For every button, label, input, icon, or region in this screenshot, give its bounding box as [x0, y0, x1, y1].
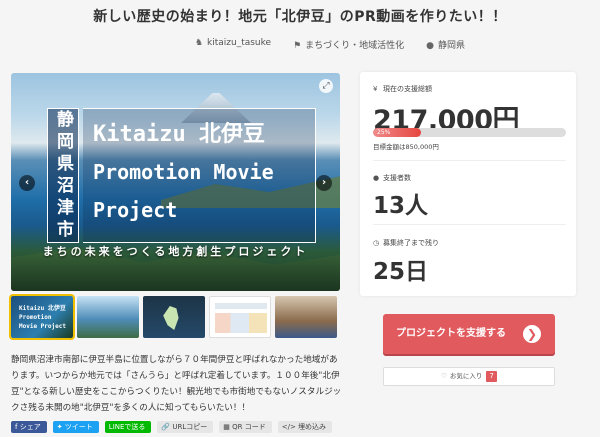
location-info[interactable]: ● 静岡県	[426, 38, 465, 51]
favorite-label: お気に入り	[449, 372, 483, 380]
url-copy-button[interactable]: 🔗 URLコピー	[157, 421, 214, 433]
current-amount-label-text: 現在の支援総額	[383, 85, 432, 93]
remaining-label: ◷ 募集終了まで残り	[373, 238, 439, 248]
category-name: まちづくり・地域活性化	[305, 41, 405, 51]
favorite-count: 7	[486, 371, 497, 382]
progress-fill: 25%	[373, 128, 422, 137]
support-button-label: プロジェクトを支援する	[396, 328, 506, 339]
prev-arrow-icon[interactable]: ‹	[19, 175, 35, 191]
embed-label: 埋め込み	[298, 423, 327, 431]
twitter-share-label: ツイート	[64, 423, 93, 431]
qr-code-button[interactable]: ▦ QR コード	[219, 421, 272, 433]
arrow-right-icon: ❯	[523, 325, 541, 343]
facebook-share-label: シェア	[19, 423, 41, 431]
twitter-share-button[interactable]: ✦ ツイート	[52, 421, 99, 433]
person-icon: ●	[373, 174, 380, 182]
hero-tagline: まちの未来をつくる地方創生プロジェクト	[42, 245, 309, 258]
thumbnail-3[interactable]	[143, 296, 205, 338]
clock-icon: ◷	[373, 239, 380, 247]
user-icon: ♞	[194, 38, 204, 48]
divider	[373, 224, 566, 225]
location-name: 静岡県	[438, 41, 466, 51]
progress-bar: 25%	[373, 128, 566, 137]
banner-line-3: Project	[93, 198, 178, 222]
banner-line-2: Promotion Movie	[93, 160, 274, 184]
zoom-icon[interactable]: ⤢	[319, 79, 333, 93]
qr-code-label: QR コード	[232, 423, 266, 431]
goal-amount: 目標金額は850,000円	[373, 143, 439, 151]
thumbnail-5[interactable]	[275, 296, 337, 338]
thumbnail-4[interactable]	[209, 296, 271, 338]
category-info[interactable]: ⚑ まちづくり・地域活性化	[293, 38, 404, 51]
owner-name: kitaizu_tasuke	[207, 38, 272, 48]
supporters-count: 13人	[373, 193, 429, 219]
owner-info[interactable]: ♞ kitaizu_tasuke	[195, 38, 271, 51]
thumbnail-strip: Kitaizu 北伊豆 Promotion Movie Project	[9, 294, 337, 340]
supporters-label-text: 支援者数	[383, 174, 411, 182]
tag-icon: ⚑	[293, 41, 302, 51]
remaining-days: 25日	[373, 259, 429, 285]
yen-icon: ¥	[373, 85, 378, 93]
remaining-label-text: 募集終了まで残り	[383, 239, 439, 247]
next-arrow-icon[interactable]: ›	[316, 175, 332, 191]
location-pin-icon: ●	[426, 41, 435, 51]
url-copy-label: URLコピー	[172, 423, 208, 431]
project-meta: ♞ kitaizu_tasuke ⚑ まちづくり・地域活性化 ● 静岡県	[0, 38, 600, 51]
facebook-share-button[interactable]: f シェア	[11, 421, 47, 433]
current-amount-label: ¥ 現在の支援総額	[373, 84, 432, 94]
hero-image[interactable]: 静岡県沼津市 Kitaizu 北伊豆 Promotion Movie Proje…	[11, 73, 340, 291]
thumbnail-1[interactable]: Kitaizu 北伊豆 Promotion Movie Project	[9, 294, 75, 340]
line-share-label: LINEで送る	[108, 423, 146, 431]
thumbnail-2[interactable]	[77, 296, 139, 338]
vertical-banner: 静岡県沼津市	[47, 108, 79, 243]
support-project-button[interactable]: プロジェクトを支援する ❯	[383, 314, 555, 354]
page-title: 新しい歴史の始まり！地元「北伊豆」のPR動画を作りたい！！	[93, 9, 507, 25]
banner-line-1: Kitaizu 北伊豆	[93, 122, 265, 147]
share-bar: f シェア ✦ ツイート LINEで送る 🔗 URLコピー ▦ QR コード <…	[11, 421, 333, 433]
project-description: 静岡県沼津市南部に伊豆半島に位置しながら７０年間伊豆と呼ばれなかった地域がありま…	[11, 355, 342, 413]
main-banner: Kitaizu 北伊豆 Promotion Movie Project	[83, 108, 316, 243]
divider	[373, 160, 566, 161]
line-share-button[interactable]: LINEで送る	[104, 421, 152, 433]
favorite-button[interactable]: ♡ お気に入り 7	[383, 367, 555, 386]
stats-panel: ¥ 現在の支援総額 217,000円 25% 目標金額は850,000円 ● 支援者…	[360, 72, 576, 296]
heart-icon: ♡	[441, 372, 447, 380]
embed-button[interactable]: </> 埋め込み	[277, 421, 333, 433]
supporters-label: ● 支援者数	[373, 173, 411, 183]
